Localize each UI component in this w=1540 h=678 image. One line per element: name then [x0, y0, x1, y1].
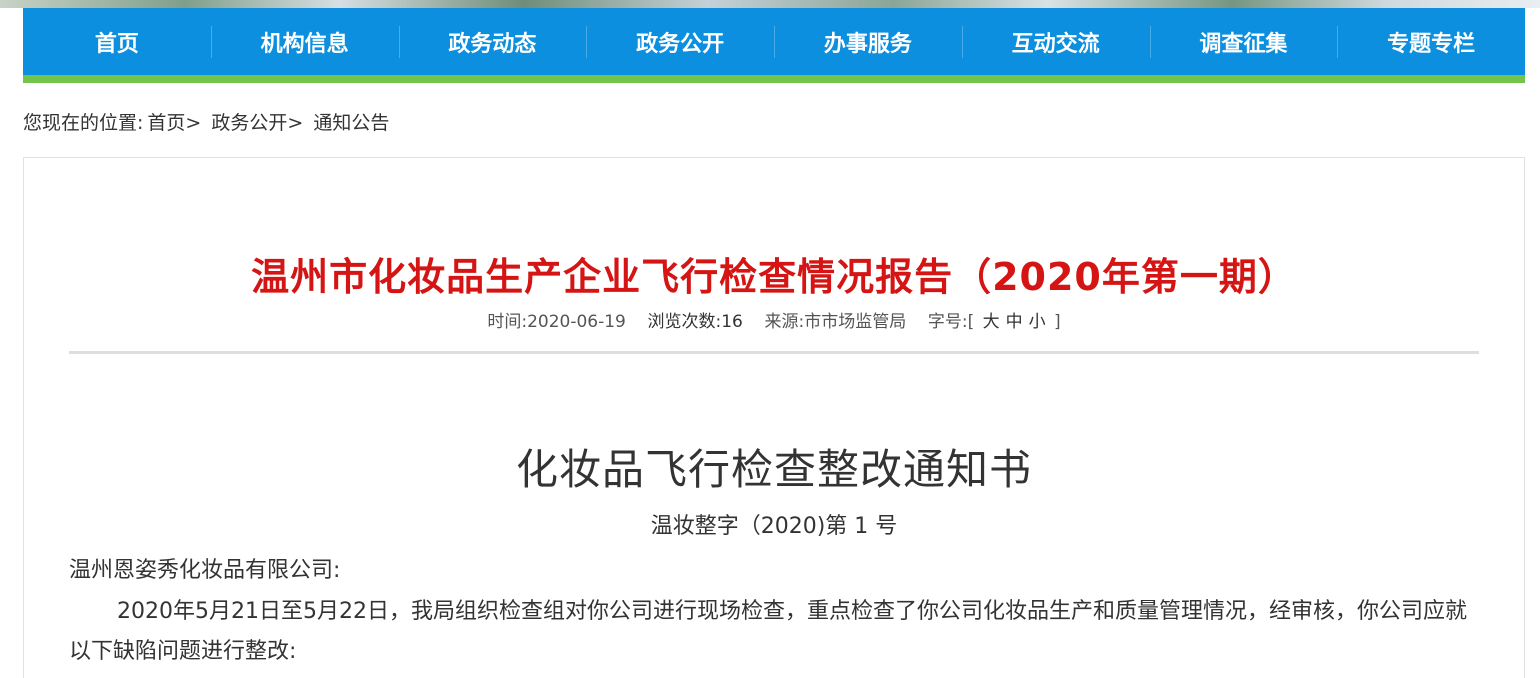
nav-item-interaction[interactable]: 互动交流 — [961, 8, 1150, 75]
document-number: 温妆整字（2020)第 1 号 — [650, 514, 898, 539]
nav-item-services[interactable]: 办事服务 — [774, 8, 962, 75]
source-value: 市市场监管局 — [804, 312, 907, 332]
views-label: 浏览次数: — [647, 312, 722, 332]
font-size-large-button[interactable]: 大 — [983, 312, 1000, 332]
font-size-small-button[interactable]: 小 — [1029, 312, 1046, 332]
article-meta: 时间:2020-06-19 浏览次数:16 来源:市市场监管局 字号:[ 大中小… — [24, 307, 1524, 332]
document-recipient: 温州恩姿秀化妆品有限公司: — [69, 558, 341, 583]
font-size-medium-button[interactable]: 中 — [1006, 312, 1023, 332]
nav-item-disclosure[interactable]: 政务公开 — [586, 8, 774, 75]
breadcrumb-prefix: 您现在的位置: — [23, 112, 144, 134]
nav-item-home[interactable]: 首页 — [23, 8, 211, 75]
nav-item-survey[interactable]: 调查征集 — [1149, 8, 1338, 75]
font-size-bracket-open: [ — [967, 312, 975, 332]
views-count: 16 — [721, 312, 743, 332]
breadcrumb-home-link[interactable]: 首页> — [147, 112, 201, 134]
nav-item-news[interactable]: 政务动态 — [398, 8, 587, 75]
breadcrumb-current-link[interactable]: 通知公告 — [313, 112, 389, 134]
time-value: 2020-06-19 — [527, 312, 626, 332]
title-divider — [69, 351, 1479, 354]
document-title: 化妆品飞行检查整改通知书 — [515, 445, 1032, 494]
font-size-bracket-close: ] — [1054, 312, 1061, 332]
nav-item-topics[interactable]: 专题专栏 — [1337, 8, 1525, 75]
source-label: 来源: — [764, 312, 805, 332]
document-paragraph: 2020年5月21日至5月22日，我局组织检查组对你公司进行现场检查，重点检查了… — [69, 599, 1467, 664]
article-container: 温州市化妆品生产企业飞行检查情况报告（2020年第一期） 时间:2020-06-… — [23, 157, 1525, 678]
nav-accent-bar — [23, 75, 1525, 83]
banner-image-strip — [0, 0, 1540, 8]
main-navigation: 首页 机构信息 政务动态 政务公开 办事服务 互动交流 调查征集 专题专栏 — [23, 8, 1525, 75]
breadcrumb-section-link[interactable]: 政务公开> — [211, 112, 303, 134]
article-title: 温州市化妆品生产企业飞行检查情况报告（2020年第一期） — [251, 255, 1297, 299]
font-size-label: 字号: — [927, 312, 968, 332]
nav-item-organization[interactable]: 机构信息 — [210, 8, 399, 75]
time-label: 时间: — [487, 312, 528, 332]
breadcrumb: 您现在的位置: 首页> 政务公开> 通知公告 — [23, 108, 393, 135]
